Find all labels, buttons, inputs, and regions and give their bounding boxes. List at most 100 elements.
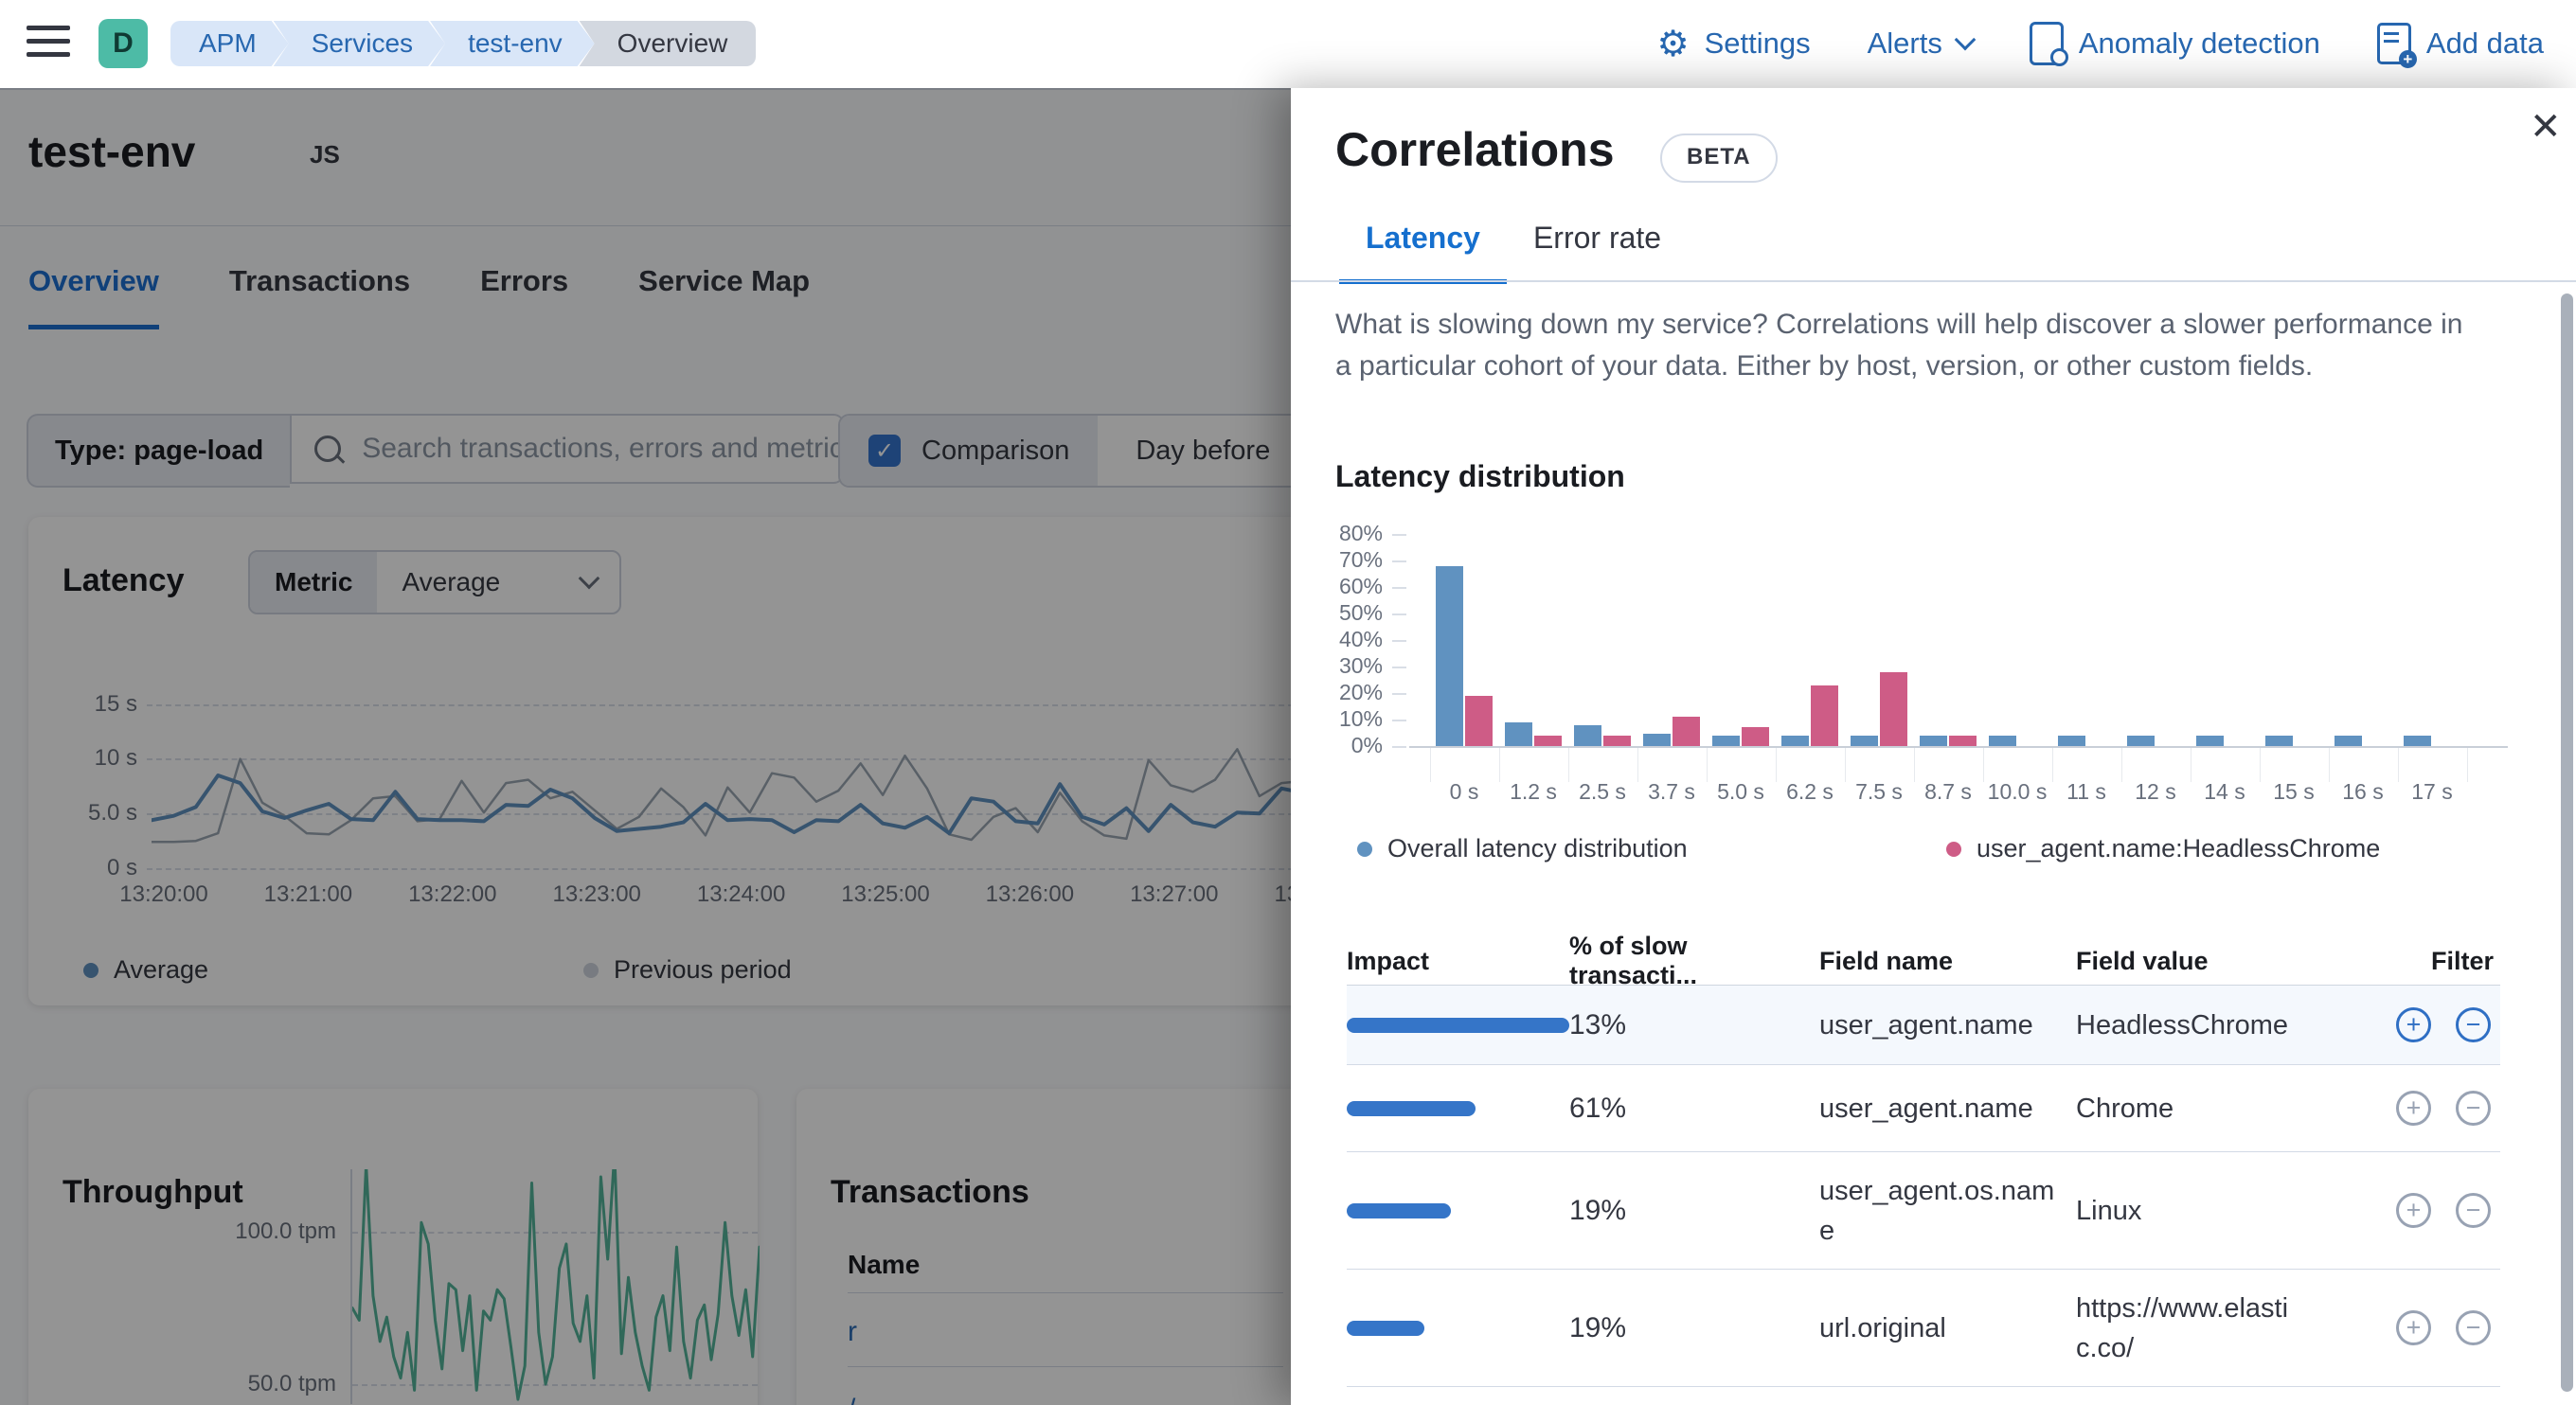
flyout-overlay-mask[interactable] [0, 88, 1291, 1405]
dist-ytick: 30% [1335, 653, 1383, 679]
header-actions: ⚙ Settings Alerts Anomaly detection Add … [1657, 0, 2545, 86]
flyout-tab-error-rate[interactable]: Error rate [1507, 202, 1688, 279]
legend-label-overall: Overall latency distribution [1387, 834, 1688, 863]
dist-ytick: 70% [1335, 547, 1383, 573]
dist-bar-headlesschrome [1603, 736, 1631, 746]
field-value: https://www.elastic.co/ [2076, 1289, 2322, 1368]
close-icon[interactable]: ✕ [2530, 105, 2562, 149]
dist-ytick-mark [1392, 693, 1406, 695]
legend-label-headlesschrome: user_agent.name:HeadlessChrome [1977, 834, 2380, 863]
dist-legend-headlesschrome[interactable]: user_agent.name:HeadlessChrome [1946, 834, 2380, 863]
filter-exclude-button[interactable]: − [2456, 1007, 2491, 1042]
dist-bar-overall [1920, 736, 1947, 746]
table-row[interactable]: 19% user_agent.os.name Linux + − [1347, 1152, 2500, 1270]
pct-value: 13% [1569, 1009, 1819, 1041]
anomaly-detection-label: Anomaly detection [2079, 27, 2320, 61]
menu-hamburger-icon[interactable] [27, 26, 70, 62]
dist-ytick-mark [1392, 560, 1406, 562]
dist-bar-overall [1436, 566, 1463, 746]
dist-bar-headlesschrome [1949, 736, 1977, 746]
field-value: Chrome [2076, 1089, 2322, 1129]
breadcrumb-services[interactable]: Services [274, 21, 445, 66]
table-row[interactable]: 13% user_agent.name HeadlessChrome + − [1347, 986, 2500, 1065]
table-row[interactable]: 19% url.original https://www.elastic.co/… [1347, 1270, 2500, 1387]
dist-ytick-mark [1392, 667, 1406, 668]
dist-bar-headlesschrome [1880, 672, 1907, 746]
flyout-tab-latency[interactable]: Latency [1339, 202, 1507, 284]
filter-include-button[interactable]: + [2396, 1091, 2431, 1126]
dist-bar-headlesschrome [1465, 696, 1493, 746]
dist-bar-headlesschrome [1811, 685, 1838, 746]
table-header-row: Impact % of slow transacti... Field name… [1347, 932, 2500, 986]
dist-boundary-tick [2052, 748, 2053, 782]
dist-bar-overall [1574, 725, 1601, 746]
filter-include-button[interactable]: + [2396, 1310, 2431, 1345]
add-data-label: Add data [2426, 27, 2544, 61]
add-data-icon [2377, 23, 2411, 64]
dist-ytick: 10% [1335, 706, 1383, 732]
dist-ytick: 60% [1335, 574, 1383, 599]
dist-bar-overall [1781, 736, 1809, 746]
breadcrumb-overview: Overview [580, 21, 757, 66]
legend-dot-overall [1357, 842, 1372, 857]
latency-distribution-title: Latency distribution [1335, 459, 1625, 494]
dist-bar-overall [1851, 736, 1878, 746]
dist-xtick: 17 s [2389, 779, 2475, 805]
filter-include-button[interactable]: + [2396, 1193, 2431, 1228]
dist-bar-overall [2196, 736, 2224, 746]
flyout-title: Correlations [1335, 122, 1615, 177]
dist-boundary-tick [1499, 748, 1500, 782]
filter-include-button[interactable]: + [2396, 1007, 2431, 1042]
top-navigation-bar: D APM Services test-env Overview ⚙ Setti… [0, 0, 2576, 90]
col-field-name[interactable]: Field name [1819, 947, 2076, 976]
field-value: HeadlessChrome [2076, 1005, 2322, 1045]
anomaly-detection-button[interactable]: Anomaly detection [2030, 22, 2320, 65]
breadcrumb-test-env[interactable]: test-env [430, 21, 595, 66]
dist-boundary-tick [2260, 748, 2261, 782]
anomaly-detection-icon [2030, 22, 2064, 65]
dist-bar-overall [2404, 736, 2431, 746]
dist-ytick-mark [1392, 614, 1406, 615]
pct-value: 19% [1569, 1312, 1819, 1344]
breadcrumb-apm[interactable]: APM [170, 21, 289, 66]
col-pct-slow[interactable]: % of slow transacti... [1569, 932, 1819, 990]
dist-bar-headlesschrome [1673, 717, 1700, 746]
space-avatar[interactable]: D [98, 19, 148, 68]
filter-exclude-button[interactable]: − [2456, 1091, 2491, 1126]
filter-exclude-button[interactable]: − [2456, 1310, 2491, 1345]
dist-ytick-mark [1392, 746, 1406, 748]
dist-ytick-mark [1392, 587, 1406, 589]
kibana-apm-screen: D APM Services test-env Overview ⚙ Setti… [0, 0, 2576, 1405]
col-impact[interactable]: Impact [1347, 947, 1569, 976]
dist-boundary-tick [1707, 748, 1708, 782]
alerts-dropdown[interactable]: Alerts [1868, 27, 1973, 61]
dist-ytick-mark [1392, 640, 1406, 642]
latency-distribution-chart[interactable]: 0%10%20%30%40%50%60%70%80%0 s1.2 s2.5 s3… [1335, 505, 2538, 817]
flyout-scrollbar[interactable] [2561, 293, 2573, 1392]
flyout-tabs: Latency Error rate [1339, 202, 1688, 284]
settings-button[interactable]: ⚙ Settings [1657, 26, 1811, 62]
dist-bar-headlesschrome [1534, 736, 1562, 746]
dist-legend-overall[interactable]: Overall latency distribution [1357, 834, 1688, 863]
dist-ytick: 50% [1335, 600, 1383, 626]
dist-boundary-tick [2467, 748, 2468, 782]
dist-ytick: 80% [1335, 521, 1383, 546]
col-filter: Filter [2322, 947, 2500, 976]
legend-dot-headlesschrome [1946, 842, 1961, 857]
dist-bar-overall [1989, 736, 2016, 746]
table-row[interactable]: 61% user_agent.name Chrome + − [1347, 1065, 2500, 1152]
col-field-value[interactable]: Field value [2076, 947, 2322, 976]
dist-baseline [1409, 746, 2508, 748]
dist-ytick-mark [1392, 534, 1406, 536]
filter-exclude-button[interactable]: − [2456, 1193, 2491, 1228]
chevron-down-icon [1955, 28, 1977, 50]
dist-boundary-tick [1568, 748, 1569, 782]
dist-bar-headlesschrome [1742, 727, 1769, 746]
dist-bar-overall [2265, 736, 2293, 746]
dist-boundary-tick [1914, 748, 1915, 782]
dist-ytick: 20% [1335, 680, 1383, 705]
dist-boundary-tick [1983, 748, 1984, 782]
dist-bar-overall [1643, 734, 1671, 746]
add-data-button[interactable]: Add data [2377, 23, 2544, 64]
beta-badge: BETA [1660, 133, 1778, 183]
